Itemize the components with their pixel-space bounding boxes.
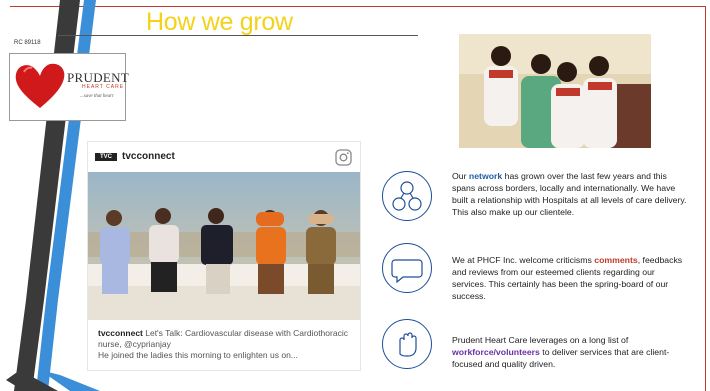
network-text: Our network has grown over the last few … xyxy=(452,170,687,218)
comment-icon-circle xyxy=(382,243,432,293)
comments-text: We at PHCF Inc. welcome criticisms comme… xyxy=(452,254,687,302)
title-underline xyxy=(58,35,418,36)
staff-group-photo xyxy=(459,34,651,148)
hand-icon-circle xyxy=(382,319,432,369)
instagram-username[interactable]: tvcconnect xyxy=(122,151,175,162)
comments-highlight: comments xyxy=(594,255,638,265)
workforce-text: Prudent Heart Care leverages on a long l… xyxy=(452,334,687,370)
workforce-text-before: Prudent Heart Care leverages on a long l… xyxy=(452,335,629,345)
tv-studio-photo xyxy=(88,172,360,320)
instagram-post-card: TVC tvcconnect tvcconnect Let's Talk: Ca… xyxy=(87,141,361,371)
reference-code: RC 89118 xyxy=(14,40,41,46)
slide: How we grow RC 89118 PRUDENT HEART CARE … xyxy=(0,0,710,391)
network-icon-circle xyxy=(382,171,432,221)
caption-more: He joined the ladies this morning to enl… xyxy=(98,350,298,360)
network-highlight: network xyxy=(468,171,503,181)
page-title: How we grow xyxy=(146,8,293,36)
frame-right-border xyxy=(705,6,706,391)
network-icon xyxy=(392,181,422,211)
comment-icon xyxy=(391,259,423,284)
logo-subtitle: HEART CARE xyxy=(82,84,125,90)
caption-username[interactable]: tvcconnect xyxy=(98,328,143,338)
instagram-caption: tvcconnect Let's Talk: Cardiovascular di… xyxy=(98,328,354,361)
hand-icon xyxy=(399,332,417,357)
comments-text-before: We at PHCF Inc. welcome criticisms xyxy=(452,255,595,265)
prudent-logo: PRUDENT HEART CARE ...save that heart xyxy=(9,53,129,121)
instagram-post-header: TVC tvcconnect xyxy=(88,142,360,172)
heart-icon xyxy=(15,63,65,108)
workforce-highlight: workforce/volunteers xyxy=(452,347,540,357)
logo-tagline: ...save that heart xyxy=(80,94,114,99)
network-text-before: Our xyxy=(452,171,469,181)
tvc-badge: TVC xyxy=(95,153,117,161)
instagram-icon[interactable] xyxy=(335,149,352,166)
